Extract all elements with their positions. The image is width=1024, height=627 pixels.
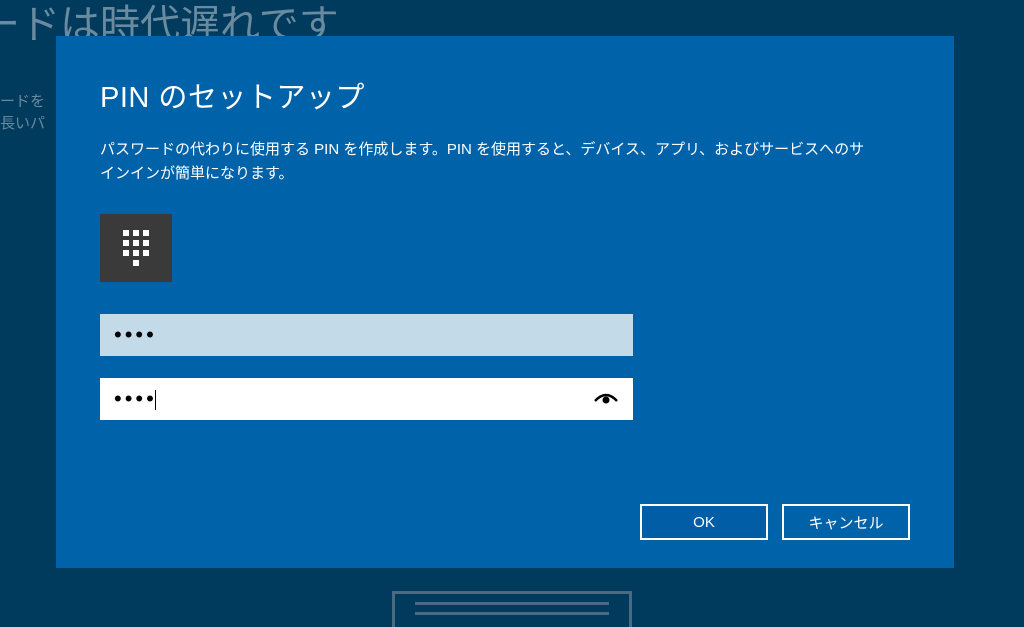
- background-text-line2: 長いパ: [0, 112, 45, 133]
- keypad-icon: [100, 214, 172, 282]
- confirm-pin-field-container[interactable]: ••••: [100, 378, 633, 420]
- dialog-description: パスワードの代わりに使用する PIN を作成します。PIN を使用すると、デバイ…: [100, 138, 870, 186]
- text-cursor: [155, 390, 156, 410]
- pin-setup-dialog: PIN のセットアップ パスワードの代わりに使用する PIN を作成します。PI…: [56, 36, 954, 568]
- background-text-line1: ードを: [0, 90, 45, 111]
- password-reveal-icon[interactable]: [593, 391, 619, 407]
- dialog-title: PIN のセットアップ: [100, 74, 910, 116]
- dialog-button-row: OK キャンセル: [640, 504, 910, 540]
- confirm-pin-input[interactable]: ••••: [114, 386, 619, 412]
- new-pin-input[interactable]: ••••: [114, 322, 619, 348]
- on-screen-keyboard-hint[interactable]: [392, 591, 632, 627]
- cancel-button[interactable]: キャンセル: [782, 504, 910, 540]
- new-pin-field-container[interactable]: ••••: [100, 314, 633, 356]
- ok-button[interactable]: OK: [640, 504, 768, 540]
